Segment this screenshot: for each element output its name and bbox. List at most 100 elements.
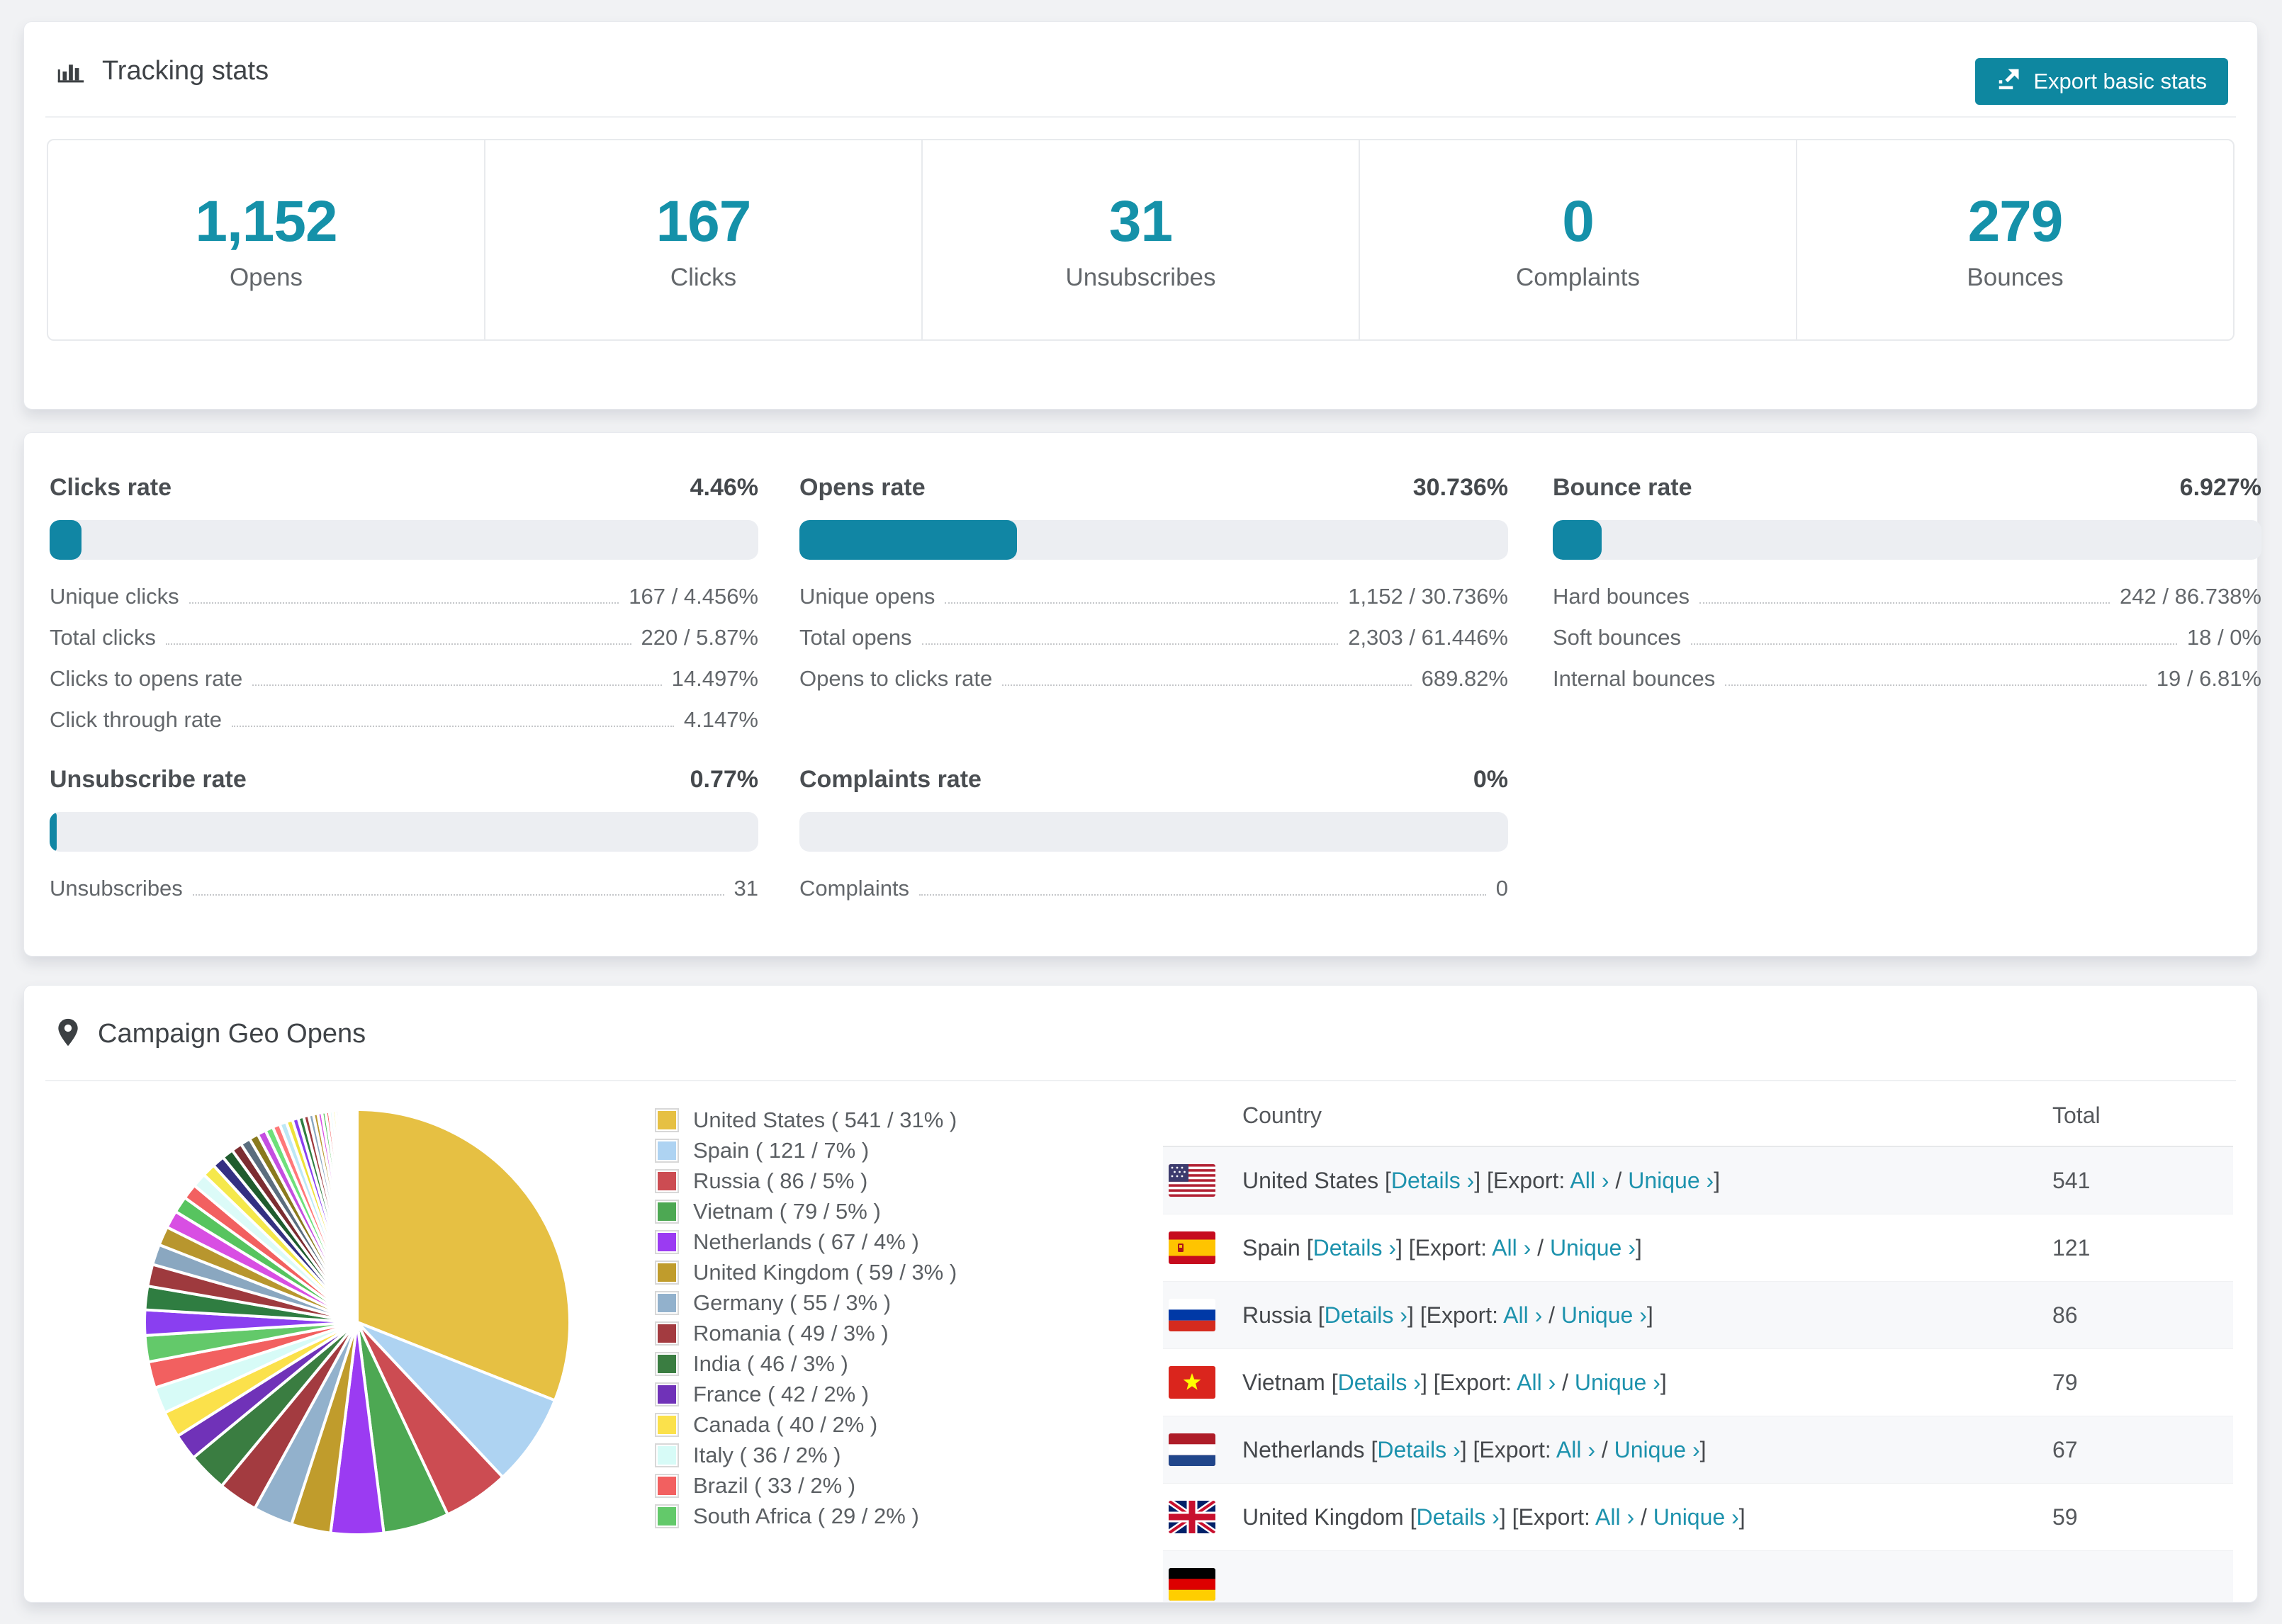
page-title: Tracking stats	[102, 56, 269, 86]
legend-label: Russia ( 86 / 5% )	[693, 1168, 868, 1193]
rate-value: 0%	[1473, 766, 1508, 793]
legend-label: Germany ( 55 / 3% )	[693, 1290, 892, 1315]
tracking-stats-page: Tracking stats Export basic stats 1,152 …	[0, 0, 2282, 1624]
stat-label: Opens	[229, 263, 303, 291]
rate-title: Opens rate	[799, 474, 926, 501]
legend-item: Germany ( 55 / 3% )	[655, 1287, 957, 1318]
legend-item: Canada ( 40 / 2% )	[655, 1409, 957, 1440]
export-button-label: Export basic stats	[2033, 69, 2207, 94]
country-cell: United Kingdom [Details ›] [Export: All …	[1242, 1504, 1746, 1530]
pie-legend: United States ( 541 / 31% ) Spain ( 121 …	[655, 1105, 957, 1531]
export-all-link[interactable]: All ›	[1570, 1168, 1609, 1193]
dotted-leader	[252, 684, 662, 686]
detail-row: Unique clicks 167 / 4.456%	[50, 584, 758, 625]
detail-row: Unsubscribes 31	[50, 876, 758, 917]
export-unique-link[interactable]: Unique ›	[1550, 1235, 1636, 1261]
detail-row: Hard bounces 242 / 86.738%	[1553, 584, 2261, 625]
detail-row: Total clicks 220 / 5.87%	[50, 625, 758, 666]
dotted-leader	[1699, 602, 2110, 604]
rate-block: Bounce rate 6.927% Hard bounces 242 / 86…	[1553, 474, 2261, 707]
stat-value: 167	[656, 188, 752, 254]
table-row: United States [Details ›] [Export: All ›…	[1163, 1147, 2233, 1214]
dotted-leader	[192, 894, 724, 896]
legend-swatch	[655, 1412, 679, 1437]
legend-label: Vietnam ( 79 / 5% )	[693, 1198, 881, 1224]
dotted-leader	[945, 602, 1339, 604]
table-header-row: Country Total	[1163, 1085, 2233, 1147]
export-basic-stats-button[interactable]: Export basic stats	[1975, 58, 2228, 105]
detail-value: 167 / 4.456%	[629, 584, 758, 609]
detail-value: 1,152 / 30.736%	[1348, 584, 1508, 609]
stat-value: 31	[1108, 188, 1173, 254]
legend-label: Canada ( 40 / 2% )	[693, 1411, 878, 1437]
stat-value: 0	[1562, 188, 1595, 254]
export-unique-link[interactable]: Unique ›	[1653, 1504, 1739, 1530]
export-all-link[interactable]: All ›	[1503, 1302, 1542, 1328]
progress-bar-track	[50, 520, 758, 560]
legend-item: Romania ( 49 / 3% )	[655, 1318, 957, 1348]
details-link[interactable]: Details ›	[1391, 1168, 1474, 1193]
detail-label: Clicks to opens rate	[50, 666, 243, 691]
export-all-link[interactable]: All ›	[1595, 1504, 1634, 1530]
dotted-leader	[1725, 684, 2147, 686]
detail-label: Hard bounces	[1553, 584, 1690, 609]
us-flag-icon	[1169, 1164, 1215, 1197]
detail-value: 242 / 86.738%	[2120, 584, 2261, 609]
country-cell: Netherlands [Details ›] [Export: All › /…	[1242, 1436, 1707, 1462]
stat-label: Clicks	[670, 263, 737, 291]
progress-bar-fill	[1553, 520, 1602, 560]
rates-panel: Clicks rate 4.46% Unique clicks 167 / 4.…	[23, 432, 2261, 957]
details-link[interactable]: Details ›	[1377, 1437, 1460, 1462]
legend-label: United States ( 541 / 31% )	[693, 1107, 957, 1132]
legend-item: South Africa ( 29 / 2% )	[655, 1501, 957, 1531]
rate-title: Unsubscribe rate	[50, 766, 247, 793]
export-all-link[interactable]: All ›	[1556, 1437, 1595, 1462]
legend-swatch	[655, 1351, 679, 1376]
detail-label: Complaints	[799, 876, 910, 901]
stat-label: Complaints	[1515, 263, 1641, 291]
progress-bar-fill	[799, 520, 1018, 560]
table-row: Spain [Details ›] [Export: All › / Uniqu…	[1163, 1214, 2233, 1282]
tracking-stats-header: Tracking stats	[54, 53, 269, 89]
summary-stats-row: 1,152 Opens 167 Clicks 31 Unsubscribes 0…	[47, 139, 2235, 341]
progress-bar-track	[799, 812, 1508, 852]
detail-value: 0	[1495, 876, 1508, 901]
nl-flag-icon	[1169, 1433, 1215, 1466]
detail-value: 689.82%	[1421, 666, 1508, 691]
country-cell: Vietnam [Details ›] [Export: All › / Uni…	[1242, 1369, 1667, 1395]
detail-row: Click through rate 4.147%	[50, 707, 758, 748]
rate-title: Bounce rate	[1553, 474, 1692, 501]
legend-item: Italy ( 36 / 2% )	[655, 1440, 957, 1470]
legend-swatch	[655, 1168, 679, 1193]
detail-row: Total opens 2,303 / 61.446%	[799, 625, 1508, 666]
stat-value: 279	[1967, 188, 2064, 254]
details-link[interactable]: Details ›	[1325, 1302, 1407, 1328]
legend-item: United States ( 541 / 31% )	[655, 1105, 957, 1135]
legend-label: Netherlands ( 67 / 4% )	[693, 1229, 919, 1254]
stat-label: Unsubscribes	[1065, 263, 1216, 291]
detail-row: Clicks to opens rate 14.497%	[50, 666, 758, 707]
legend-item: Brazil ( 33 / 2% )	[655, 1470, 957, 1501]
export-unique-link[interactable]: Unique ›	[1561, 1302, 1647, 1328]
legend-item: France ( 42 / 2% )	[655, 1379, 957, 1409]
column-header-total: Total	[2052, 1102, 2101, 1128]
legend-swatch	[655, 1199, 679, 1224]
detail-value: 220 / 5.87%	[641, 625, 758, 650]
details-link[interactable]: Details ›	[1338, 1370, 1421, 1395]
tracking-stats-panel: Tracking stats Export basic stats 1,152 …	[23, 21, 2258, 410]
country-total: 541	[2052, 1167, 2091, 1193]
export-all-link[interactable]: All ›	[1492, 1235, 1531, 1261]
export-icon	[1996, 66, 2022, 97]
export-unique-link[interactable]: Unique ›	[1614, 1437, 1700, 1462]
progress-bar-track	[799, 520, 1508, 560]
detail-row: Unique opens 1,152 / 30.736%	[799, 584, 1508, 625]
legend-swatch	[655, 1107, 679, 1132]
legend-label: United Kingdom ( 59 / 3% )	[693, 1259, 957, 1285]
details-link[interactable]: Details ›	[1313, 1235, 1396, 1261]
export-all-link[interactable]: All ›	[1517, 1370, 1556, 1395]
details-link[interactable]: Details ›	[1416, 1504, 1499, 1530]
export-unique-link[interactable]: Unique ›	[1575, 1370, 1660, 1395]
export-unique-link[interactable]: Unique ›	[1628, 1168, 1714, 1193]
column-header-country: Country	[1242, 1102, 1322, 1128]
detail-row: Opens to clicks rate 689.82%	[799, 666, 1508, 707]
